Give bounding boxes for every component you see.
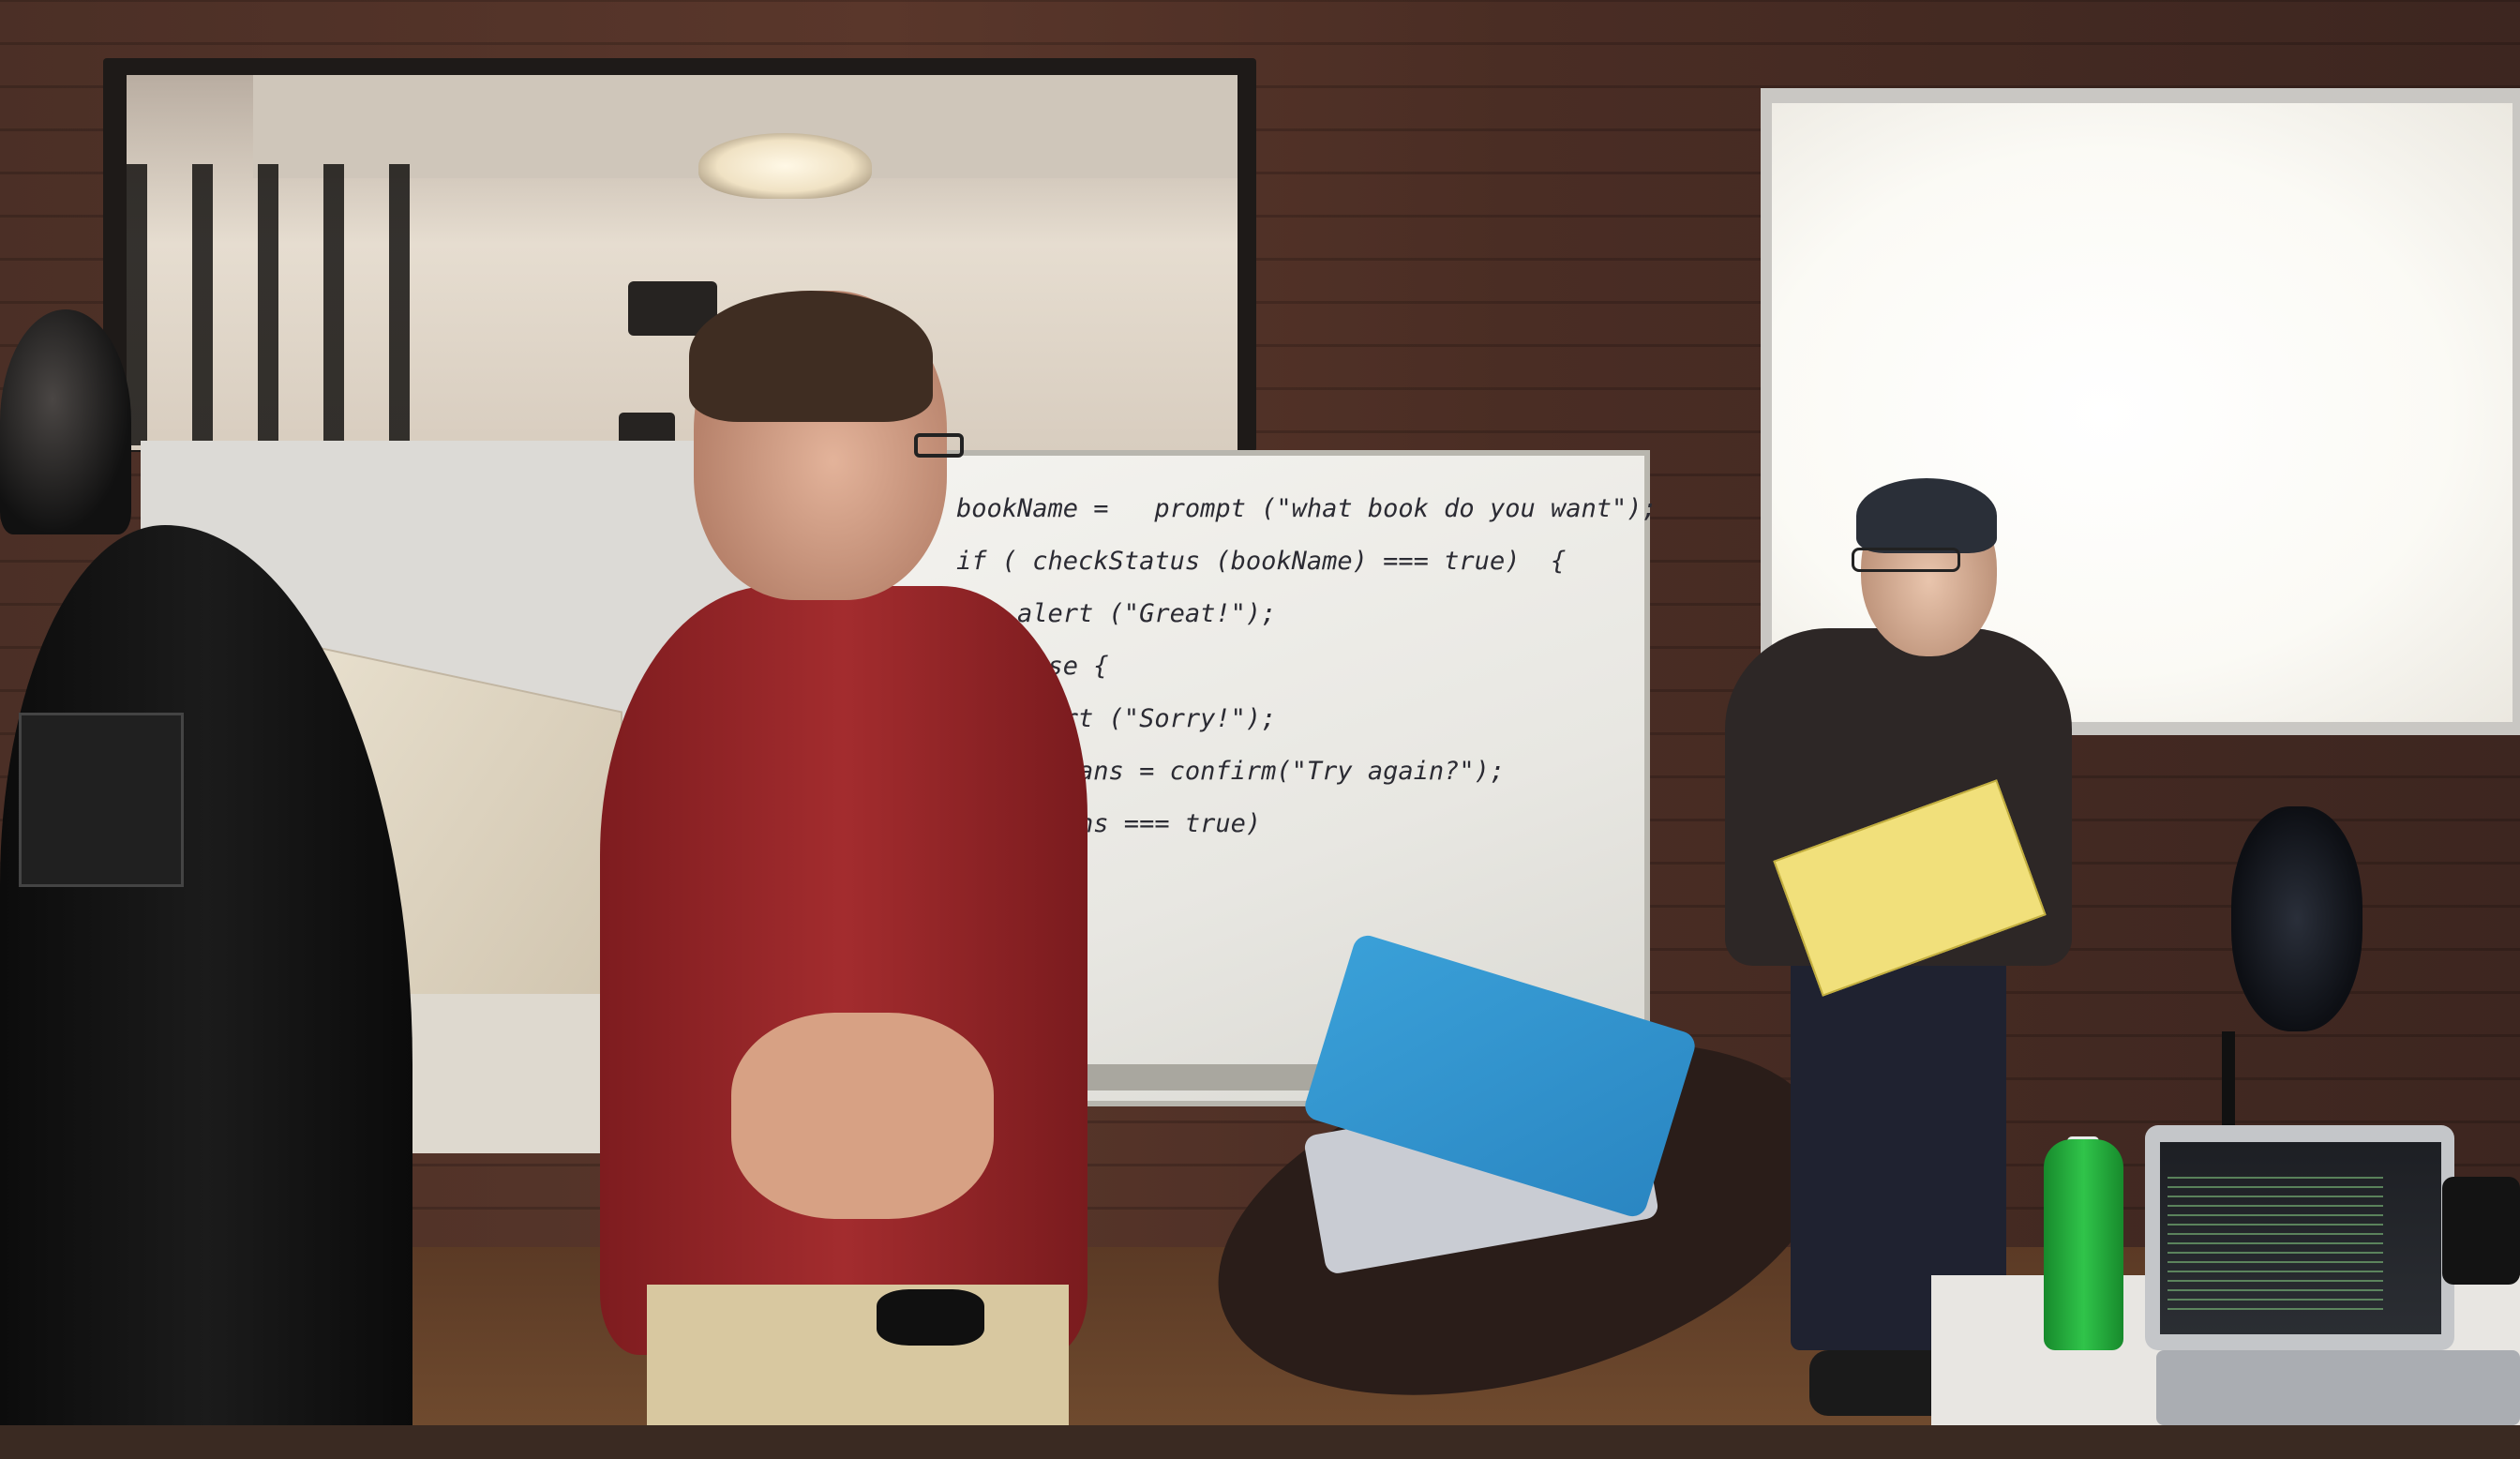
standing-fan — [2231, 806, 2362, 1031]
glasses-icon — [1852, 548, 1960, 572]
code-line: bookName = prompt ("what book do you wan… — [956, 494, 1658, 523]
black-mug — [2442, 1177, 2520, 1285]
stair-railing — [127, 164, 450, 445]
code-line: if ( checkStatus (bookName) === true) { — [956, 547, 1567, 576]
ceiling-light — [698, 133, 872, 199]
man-arm — [731, 1013, 994, 1219]
glasses-icon — [914, 433, 964, 458]
wristband — [877, 1289, 984, 1346]
code-line: alert ("Great!"); — [956, 599, 1277, 628]
man-khaki-pants — [647, 1285, 1069, 1425]
darth-vader-helmet — [0, 309, 131, 534]
macbook-keyboard — [2156, 1350, 2520, 1425]
editor-code-lines — [2168, 1177, 2383, 1317]
woman-hair — [1856, 478, 1997, 553]
chest-control-panel — [19, 713, 184, 887]
man-red-shirt — [600, 586, 1088, 1355]
man-hair — [689, 291, 933, 422]
green-soda-bottle — [2044, 1139, 2123, 1350]
